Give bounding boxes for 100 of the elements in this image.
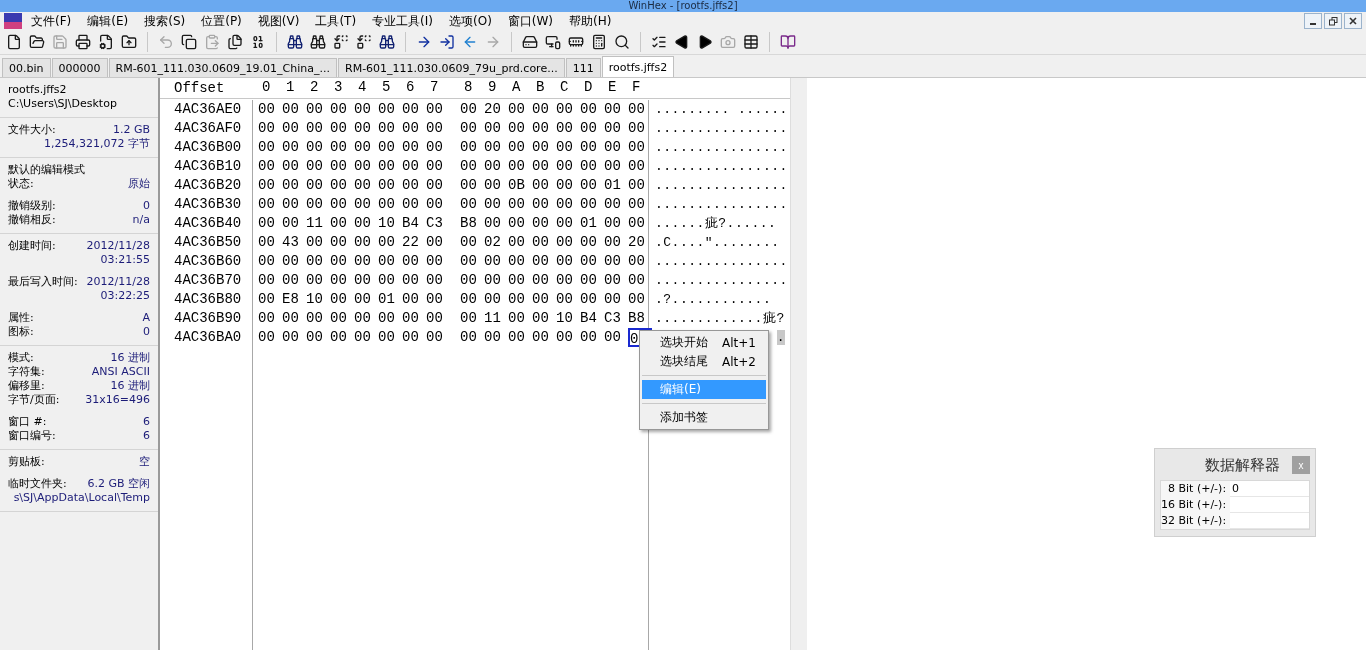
hex-byte: 00: [484, 176, 502, 195]
menu-item[interactable]: 视图(V): [250, 12, 307, 30]
hex-byte: 00: [354, 100, 372, 119]
hex-byte: 00: [508, 214, 526, 233]
hex-byte: 00: [604, 271, 622, 290]
hex-byte: 00: [354, 119, 372, 138]
info-label: 窗口 #:: [8, 415, 47, 429]
offset-cell-text: 4AC36BA0: [173, 328, 243, 347]
hex-byte: 00: [628, 290, 646, 309]
hex-byte: 00: [556, 271, 574, 290]
info-value: 16 进制: [110, 351, 150, 365]
offset-cell-text: 4AC36B00: [173, 138, 243, 157]
close-icon: [1349, 17, 1357, 25]
enter-arrow-icon[interactable]: [437, 32, 457, 52]
info-value: 6.2 GB 空闲: [87, 477, 150, 491]
value-field[interactable]: [1230, 513, 1309, 529]
hex-byte: 00: [426, 309, 444, 328]
menu-item[interactable]: 文件(F): [24, 12, 79, 30]
info-label: 最后写入时间:: [8, 275, 78, 289]
binoculars-icon[interactable]: [285, 32, 305, 52]
hex-byte: 00: [532, 138, 550, 157]
info-label: 图标:: [8, 325, 34, 339]
column-header: F: [631, 78, 642, 97]
menu-item[interactable]: 工具(T): [308, 12, 364, 30]
binoculars-icon[interactable]: [377, 32, 397, 52]
file-tab[interactable]: 00.bin: [2, 58, 51, 77]
file-tab[interactable]: RM-601_111.030.0609_19.01_China_...: [108, 58, 337, 77]
hex-byte: E8: [282, 290, 300, 309]
file-tab[interactable]: rootfs.jffs2: [601, 56, 675, 77]
menu-option[interactable]: 添加书签: [642, 408, 766, 427]
hex-byte: 00: [628, 271, 646, 290]
file-tab[interactable]: 000000: [51, 58, 108, 77]
hex-byte: 00: [426, 195, 444, 214]
menu-item[interactable]: 帮助(H): [562, 12, 619, 30]
hex-byte: 00: [306, 157, 324, 176]
hex-byte: 00: [354, 252, 372, 271]
file-name: rootfs.jffs2: [8, 83, 68, 97]
offset-cell-text: 4AC36AE0: [173, 100, 243, 119]
hex-byte: 01: [378, 290, 396, 309]
file-tab[interactable]: RM-601_111.030.0609_79u_prd.core...: [338, 58, 565, 77]
restore-button[interactable]: [1324, 13, 1342, 29]
printer-icon[interactable]: [73, 32, 93, 52]
info-value: ANSI ASCII: [91, 365, 150, 379]
hex-byte: 00: [426, 100, 444, 119]
value-field[interactable]: 0: [1230, 481, 1309, 497]
hex-byte: 00: [426, 271, 444, 290]
table-icon[interactable]: [741, 32, 761, 52]
hex-byte: 00: [258, 157, 276, 176]
hex-byte: 00: [532, 157, 550, 176]
info-label: 属性:: [8, 311, 34, 325]
info-value: A: [142, 311, 150, 325]
hex-byte: 00: [426, 233, 444, 252]
menu-item[interactable]: 专业工具(I): [365, 12, 440, 30]
hex-byte: 00: [556, 157, 574, 176]
hex-byte: 00: [354, 138, 372, 157]
menu-item[interactable]: 窗口(W): [500, 12, 561, 30]
hex-byte: 00: [556, 252, 574, 271]
ascii-text: ................: [654, 120, 785, 138]
menu-item[interactable]: 搜索(S): [137, 12, 193, 30]
scrollbar[interactable]: [790, 78, 807, 650]
hex-byte: 00: [378, 119, 396, 138]
hex-byte: C3: [426, 214, 444, 233]
minimize-button[interactable]: [1304, 13, 1322, 29]
file-tab[interactable]: 111: [565, 58, 601, 77]
menu-item[interactable]: 编辑(E): [80, 12, 136, 30]
offset-cell-text: 4AC36B30: [173, 195, 243, 214]
copy-icon[interactable]: [179, 32, 199, 52]
hex-byte: 00: [508, 233, 526, 252]
hex-byte: 00: [282, 309, 300, 328]
hex-byte: 00: [258, 290, 276, 309]
hex-byte: 00: [556, 233, 574, 252]
hex-byte: 00: [258, 271, 276, 290]
menu-option[interactable]: 选块结尾 Alt+2: [642, 352, 766, 371]
menu-item[interactable]: 选项(O): [442, 12, 499, 30]
info-label: 默认的编辑模式: [8, 163, 85, 177]
hex-byte: 00: [282, 252, 300, 271]
hex-byte: 43: [282, 233, 300, 252]
hex-byte: 00: [508, 252, 526, 271]
hex-byte: 00: [484, 157, 502, 176]
hex-byte: 00: [282, 214, 300, 233]
menu-item[interactable]: 位置(P): [194, 12, 249, 30]
replace-icon[interactable]: [354, 32, 374, 52]
hex-byte: 00: [330, 100, 348, 119]
hex-byte: 00: [580, 271, 598, 290]
value-field[interactable]: [1230, 497, 1309, 513]
replace-icon[interactable]: [331, 32, 351, 52]
hex-byte: 00: [402, 119, 420, 138]
hex-byte: 00: [460, 233, 478, 252]
restore-icon: [1328, 16, 1338, 26]
binoculars-icon[interactable]: [308, 32, 328, 52]
ascii-text: ................: [654, 139, 785, 157]
column-header: E: [607, 78, 618, 97]
hex-byte: 00: [258, 233, 276, 252]
ascii-text: ......疵?......: [654, 215, 778, 233]
close-button[interactable]: [1344, 13, 1362, 29]
info-label: 临时文件夹:: [8, 477, 67, 491]
hex-byte: 00: [258, 214, 276, 233]
files-icon[interactable]: [225, 32, 245, 52]
info-value: 2012/11/28: [86, 275, 150, 289]
bit-label: 32 Bit (+/-):: [1161, 513, 1228, 529]
